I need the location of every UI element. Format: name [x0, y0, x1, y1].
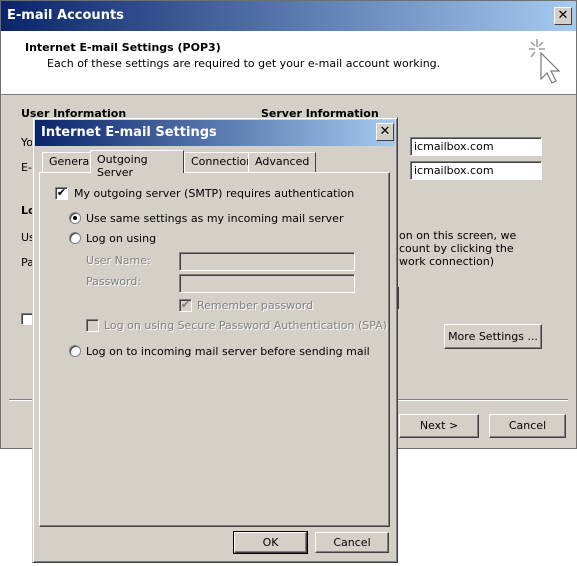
header-title: Internet E-mail Settings (POP3): [25, 41, 221, 54]
settings-cancel-label: Cancel: [333, 536, 371, 549]
settings-title: Internet E-mail Settings: [41, 125, 217, 140]
more-settings-label: More Settings ...: [448, 330, 538, 343]
radio-log-on-incoming[interactable]: [69, 345, 81, 357]
settings-close-button[interactable]: ✕: [376, 123, 394, 141]
radio-selected-dot: [73, 216, 77, 220]
email-label-fragment: E-: [21, 161, 32, 174]
email-accounts-titlebar[interactable]: E-mail Accounts: [1, 1, 576, 31]
more-settings-button[interactable]: More Settings ...: [444, 324, 542, 349]
incoming-server-input[interactable]: icmailbox.com: [410, 137, 542, 156]
password-input[interactable]: [179, 274, 355, 293]
outer-cancel-button[interactable]: Cancel: [489, 414, 566, 438]
next-button[interactable]: Next >: [399, 414, 479, 438]
user-name-label: User Name:: [86, 254, 151, 267]
close-icon: ✕: [379, 124, 391, 139]
wizard-header: Internet E-mail Settings (POP3) Each of …: [1, 31, 576, 95]
password-label: Password:: [86, 275, 142, 288]
radio-log-on-using-label: Log on using: [86, 232, 157, 245]
spa-checkbox[interactable]: [86, 319, 99, 332]
tab-connection-label: Connection: [191, 155, 254, 168]
user-name-input[interactable]: [179, 252, 355, 271]
tab-general-label: General: [49, 155, 93, 168]
email-accounts-title: E-mail Accounts: [7, 8, 124, 23]
remember-password-checkbox[interactable]: ✔: [179, 299, 192, 312]
smtp-auth-label: My outgoing server (SMTP) requires authe…: [74, 187, 355, 200]
outgoing-server-input[interactable]: icmailbox.com: [410, 161, 542, 180]
header-subtitle: Each of these settings are required to g…: [47, 57, 441, 70]
settings-titlebar[interactable]: Internet E-mail Settings: [35, 120, 395, 146]
ok-label: OK: [262, 536, 279, 549]
ok-button[interactable]: OK: [233, 531, 308, 554]
internet-email-settings-dialog: Internet E-mail Settings ✕ General Outgo…: [32, 117, 398, 563]
settings-cancel-button[interactable]: Cancel: [315, 532, 389, 553]
test-info-line-3: work connection): [399, 255, 495, 268]
spa-label: Log on using Secure Password Authenticat…: [104, 319, 388, 332]
test-info-line-1: on on this screen, we: [399, 229, 517, 242]
test-info-line-2: count by clicking the: [399, 242, 514, 255]
check-icon: ✔: [56, 186, 67, 199]
remember-password-label: Remember password: [197, 299, 314, 312]
radio-log-on-using[interactable]: [69, 232, 81, 244]
outgoing-server-panel: ✔ My outgoing server (SMTP) requires aut…: [39, 172, 390, 527]
radio-same-settings[interactable]: [69, 212, 81, 224]
tab-outgoing-server[interactable]: Outgoing Server: [90, 150, 184, 179]
tab-advanced[interactable]: Advanced: [248, 152, 317, 172]
radio-same-settings-label: Use same settings as my incoming mail se…: [86, 212, 344, 225]
smtp-auth-checkbox[interactable]: ✔: [55, 187, 68, 200]
tab-advanced-label: Advanced: [255, 155, 310, 168]
radio-log-on-incoming-label: Log on to incoming mail server before se…: [86, 345, 370, 358]
cursor-sparkle-icon: [529, 39, 561, 84]
outer-cancel-label: Cancel: [508, 419, 547, 432]
outer-close-button[interactable]: ✕: [554, 7, 572, 25]
check-icon: ✔: [180, 298, 191, 311]
next-label: Next >: [419, 419, 459, 432]
close-icon: ✕: [557, 8, 569, 23]
